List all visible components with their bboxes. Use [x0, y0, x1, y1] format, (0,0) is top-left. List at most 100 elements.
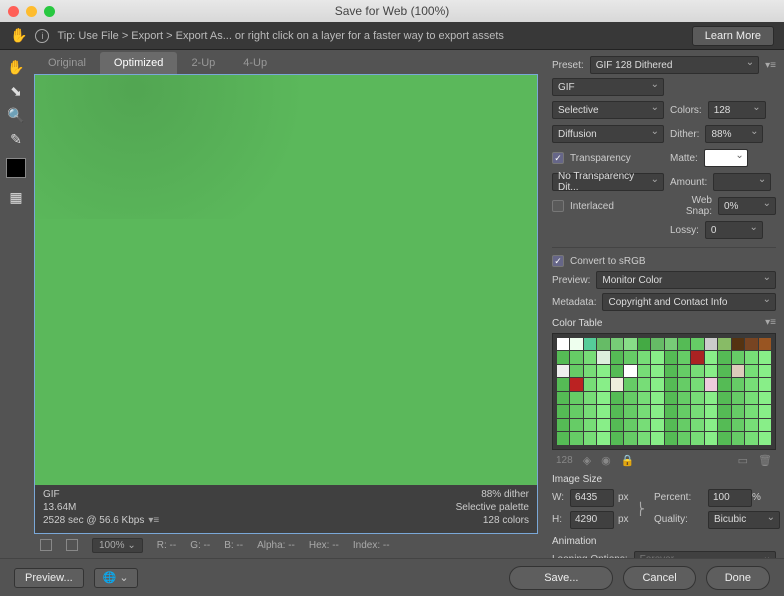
- color-table-swatch[interactable]: [759, 419, 771, 431]
- color-table-swatch[interactable]: [638, 378, 650, 390]
- color-table-swatch[interactable]: [611, 392, 623, 404]
- matte-color-well[interactable]: [704, 149, 748, 167]
- color-table-swatch[interactable]: [665, 392, 677, 404]
- color-table-swatch[interactable]: [624, 419, 636, 431]
- color-table-swatch[interactable]: [718, 338, 730, 350]
- color-table-swatch[interactable]: [584, 405, 596, 417]
- browser-preview-button[interactable]: 🌐⌄: [94, 568, 138, 588]
- color-table-swatch[interactable]: [584, 365, 596, 377]
- color-table-swatch[interactable]: [745, 432, 757, 444]
- color-table-swatch[interactable]: [584, 351, 596, 363]
- color-table-swatch[interactable]: [745, 405, 757, 417]
- color-table-swatch[interactable]: [597, 378, 609, 390]
- color-table-swatch[interactable]: [718, 378, 730, 390]
- color-table-swatch[interactable]: [651, 338, 663, 350]
- color-table-swatch[interactable]: [718, 419, 730, 431]
- color-table-swatch[interactable]: [691, 338, 703, 350]
- color-table-swatch[interactable]: [691, 378, 703, 390]
- tab-optimized[interactable]: Optimized: [100, 52, 178, 74]
- eyedropper-tool[interactable]: ✎: [5, 128, 27, 150]
- preview-button[interactable]: Preview...: [14, 568, 84, 588]
- color-table-swatch[interactable]: [759, 405, 771, 417]
- color-table-swatch[interactable]: [759, 365, 771, 377]
- color-table-swatch[interactable]: [691, 432, 703, 444]
- color-table-swatch[interactable]: [624, 405, 636, 417]
- color-table-swatch[interactable]: [759, 351, 771, 363]
- color-table-swatch[interactable]: [624, 338, 636, 350]
- color-table-swatch[interactable]: [557, 405, 569, 417]
- metadata-select[interactable]: Copyright and Contact Info: [602, 293, 776, 311]
- color-table-swatch[interactable]: [584, 432, 596, 444]
- color-table-swatch[interactable]: [651, 405, 663, 417]
- color-table-swatch[interactable]: [665, 419, 677, 431]
- color-table-swatch[interactable]: [732, 432, 744, 444]
- transparency-checkbox[interactable]: ✓: [552, 152, 564, 164]
- preset-select[interactable]: GIF 128 Dithered: [590, 56, 759, 74]
- color-table-swatch[interactable]: [718, 405, 730, 417]
- srgb-checkbox[interactable]: ✓: [552, 255, 564, 267]
- color-table-swatch[interactable]: [611, 351, 623, 363]
- tab-original[interactable]: Original: [34, 52, 100, 74]
- color-table-swatch[interactable]: [611, 419, 623, 431]
- color-table-swatch[interactable]: [611, 405, 623, 417]
- color-table-swatch[interactable]: [597, 338, 609, 350]
- ct-shift-icon[interactable]: ◉: [601, 454, 611, 467]
- color-table-swatch[interactable]: [732, 365, 744, 377]
- cancel-button[interactable]: Cancel: [623, 566, 695, 590]
- color-table-swatch[interactable]: [597, 351, 609, 363]
- color-table-swatch[interactable]: [570, 365, 582, 377]
- color-table-swatch[interactable]: [624, 392, 636, 404]
- color-table-swatch[interactable]: [557, 419, 569, 431]
- color-table-swatch[interactable]: [691, 419, 703, 431]
- status-square-icon[interactable]: [40, 539, 52, 551]
- color-table-swatch[interactable]: [732, 392, 744, 404]
- color-table-swatch[interactable]: [651, 392, 663, 404]
- color-table-swatch[interactable]: [597, 405, 609, 417]
- color-table-swatch[interactable]: [691, 392, 703, 404]
- color-table-swatch[interactable]: [678, 351, 690, 363]
- color-table-swatch[interactable]: [665, 432, 677, 444]
- color-table-swatch[interactable]: [557, 351, 569, 363]
- toggle-slices-icon[interactable]: ▦: [5, 186, 27, 208]
- color-table-swatch[interactable]: [597, 419, 609, 431]
- quality-select[interactable]: Bicubic: [708, 511, 780, 529]
- color-table-swatch[interactable]: [705, 392, 717, 404]
- color-table-swatch[interactable]: [624, 365, 636, 377]
- color-table-swatch[interactable]: [584, 392, 596, 404]
- color-table-swatch[interactable]: [665, 378, 677, 390]
- zoom-level-select[interactable]: 100% ⌄: [92, 538, 143, 553]
- websnap-select[interactable]: 0%: [718, 197, 776, 215]
- color-table-swatch[interactable]: [718, 392, 730, 404]
- color-table-swatch[interactable]: [651, 378, 663, 390]
- color-table-swatch[interactable]: [705, 351, 717, 363]
- minimize-window-button[interactable]: [26, 6, 37, 17]
- color-table-swatch[interactable]: [691, 351, 703, 363]
- done-button[interactable]: Done: [706, 566, 770, 590]
- color-reduction-select[interactable]: Selective: [552, 101, 664, 119]
- color-table-swatch[interactable]: [570, 419, 582, 431]
- color-table-swatch[interactable]: [665, 405, 677, 417]
- color-table-swatch[interactable]: [638, 338, 650, 350]
- transparency-dither-select[interactable]: No Transparency Dit...: [552, 173, 664, 191]
- color-table-swatch[interactable]: [570, 338, 582, 350]
- interlaced-checkbox[interactable]: [552, 200, 564, 212]
- color-table-swatch[interactable]: [570, 378, 582, 390]
- color-table-swatch[interactable]: [718, 351, 730, 363]
- ct-new-icon[interactable]: ▭: [738, 454, 748, 467]
- color-table-swatch[interactable]: [665, 351, 677, 363]
- color-table-swatch[interactable]: [678, 365, 690, 377]
- color-table-swatch[interactable]: [624, 351, 636, 363]
- color-table-swatch[interactable]: [611, 378, 623, 390]
- color-table-swatch[interactable]: [624, 432, 636, 444]
- color-table-swatch[interactable]: [759, 392, 771, 404]
- color-table-swatch[interactable]: [678, 378, 690, 390]
- dither-amount-select[interactable]: 88%: [705, 125, 763, 143]
- color-table-swatch[interactable]: [718, 432, 730, 444]
- color-table-swatch[interactable]: [557, 432, 569, 444]
- color-table-swatch[interactable]: [745, 338, 757, 350]
- color-table-swatch[interactable]: [759, 378, 771, 390]
- color-table-swatch[interactable]: [597, 365, 609, 377]
- color-table-swatch[interactable]: [584, 378, 596, 390]
- color-table-swatch[interactable]: [557, 338, 569, 350]
- color-table-swatch[interactable]: [745, 351, 757, 363]
